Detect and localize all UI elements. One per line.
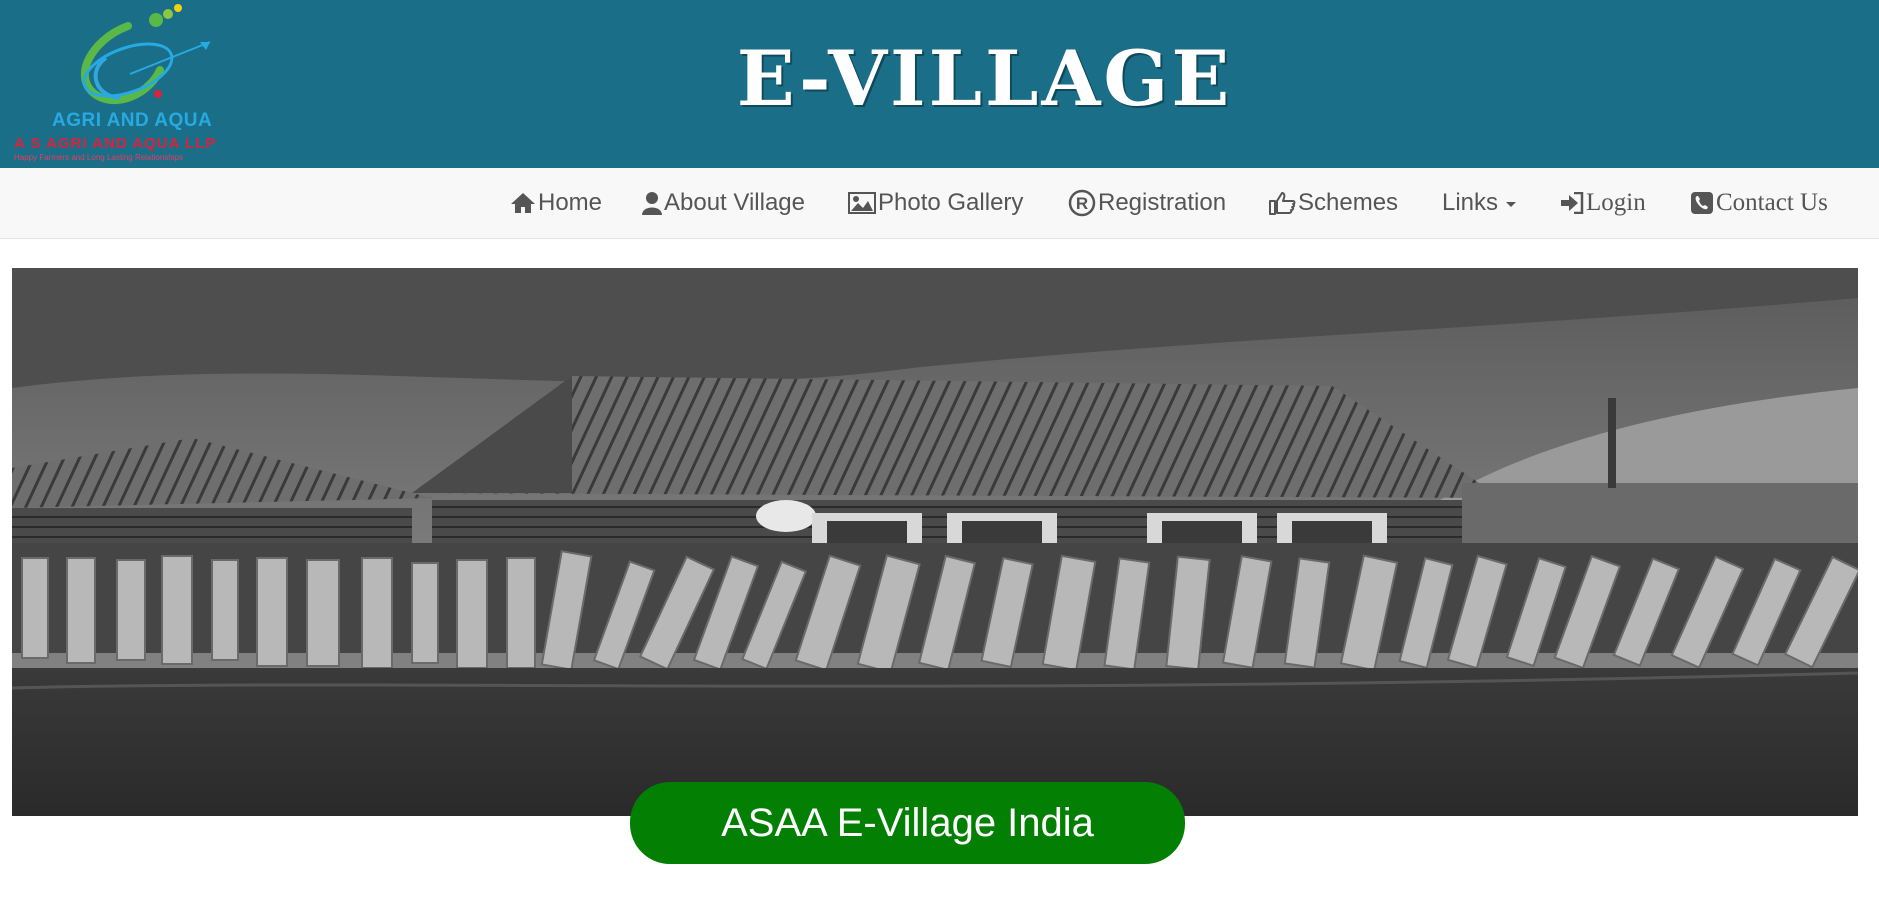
site-header: AGRI AND AQUA A S AGRI AND AQUA LLP Happ… — [0, 0, 1879, 168]
nav-item-login[interactable]: Login — [1560, 168, 1646, 238]
nav-item-registration[interactable]: R Registration — [1068, 168, 1226, 238]
nav-label-contact-us: Contact Us — [1716, 189, 1828, 216]
village-house-illustration — [12, 268, 1858, 816]
nav-label-photo-gallery: Photo Gallery — [878, 189, 1024, 216]
login-icon — [1561, 192, 1584, 214]
picture-icon — [848, 192, 876, 214]
nav-label-links: Links — [1442, 189, 1499, 216]
site-title: E-VILLAGE — [736, 34, 1233, 123]
nav-item-photo-gallery[interactable]: Photo Gallery — [848, 168, 1023, 238]
nav-item-links-dropdown[interactable]: Links — [1442, 168, 1517, 238]
user-icon — [642, 192, 662, 215]
nav-item-schemes[interactable]: Schemes — [1268, 168, 1398, 238]
home-icon — [511, 193, 535, 213]
nav-label-about-village: About Village — [664, 189, 805, 216]
thumbs-up-icon — [1269, 192, 1296, 215]
banner-text: ASAA E-Village India — [721, 800, 1094, 845]
main-navbar: Home About Village Photo Gallery R Regis… — [0, 168, 1879, 239]
nav-label-schemes: Schemes — [1298, 189, 1399, 216]
hero-image — [12, 268, 1858, 816]
logo-text-company: A S AGRI AND AQUA LLP — [14, 135, 217, 152]
svg-text:R: R — [1076, 194, 1088, 213]
registered-icon: R — [1068, 189, 1096, 217]
nav-item-contact-us[interactable]: Contact Us — [1690, 168, 1828, 238]
nav-label-login: Login — [1586, 189, 1646, 216]
nav-label-home: Home — [538, 189, 603, 216]
nav-label-registration: Registration — [1098, 189, 1227, 216]
phone-icon — [1691, 192, 1713, 214]
nav-item-home[interactable]: Home — [510, 168, 602, 238]
caret-down-icon — [1506, 201, 1517, 207]
nav-item-about-village[interactable]: About Village — [642, 168, 805, 238]
site-banner: ASAA E-Village India — [630, 782, 1185, 864]
logo-text-tagline: Happy Farmers and Long Lasting Relations… — [14, 153, 183, 162]
